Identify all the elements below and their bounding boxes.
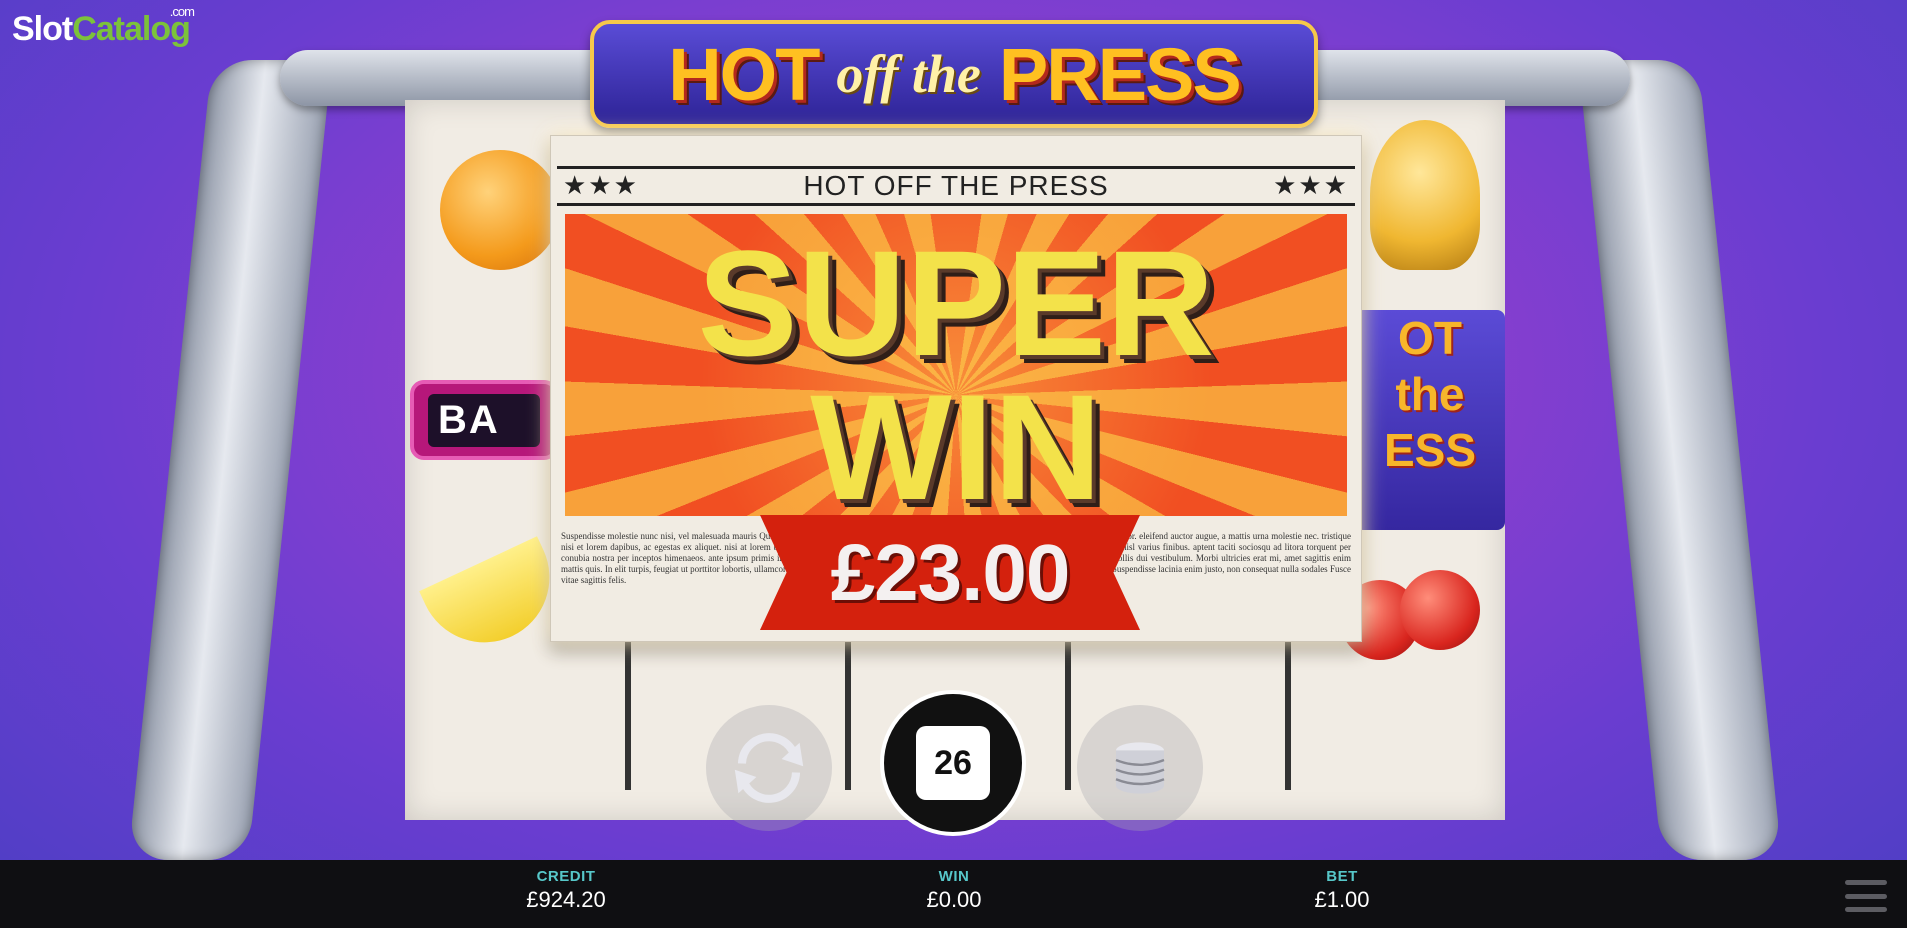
win-display: WIN £0.00 [926, 868, 982, 912]
hamburger-menu-icon[interactable] [1845, 880, 1887, 912]
cherry-symbol [1400, 570, 1480, 650]
bar-symbol: BA [410, 380, 558, 460]
credit-display: CREDIT £924.20 [526, 868, 606, 912]
machine-frame-right [1577, 60, 1783, 860]
hot-off-the-press-symbol: OT the ESS [1355, 310, 1505, 530]
title-off-the: off the [836, 44, 981, 104]
headline-super: SUPER [697, 219, 1215, 387]
machine-frame-left [127, 60, 333, 860]
spin-count-badge: 26 [916, 726, 990, 800]
orange-symbol [440, 150, 560, 270]
autoplay-arrows-icon [734, 733, 804, 803]
bet-button[interactable] [1077, 705, 1203, 831]
coin-stack-icon [1115, 742, 1165, 794]
game-title-banner: HOT off the PRESS [590, 20, 1318, 128]
win-amount: £23.00 [830, 527, 1071, 617]
newspaper-masthead: ★★★ HOT OFF THE PRESS ★★★ [557, 166, 1355, 206]
title-hot: HOT [668, 32, 820, 116]
bell-symbol [1370, 120, 1480, 270]
autoplay-button[interactable] [706, 705, 832, 831]
win-amount-ribbon: £23.00 [760, 515, 1140, 630]
slotcatalog-logo: SlotCatalog .com [12, 4, 195, 48]
spin-button[interactable]: 26 [880, 690, 1026, 836]
masthead-title: HOT OFF THE PRESS [803, 170, 1109, 201]
bet-display: BET £1.00 [1314, 868, 1370, 912]
stars-right-icon: ★★★ [1273, 171, 1349, 201]
stars-left-icon: ★★★ [563, 171, 639, 201]
title-press: PRESS [998, 32, 1242, 116]
status-bar: CREDIT £924.20 WIN £0.00 BET £1.00 [0, 860, 1907, 928]
super-win-headline-image: SUPER WIN [565, 214, 1347, 516]
headline-win: WIN [810, 363, 1102, 516]
